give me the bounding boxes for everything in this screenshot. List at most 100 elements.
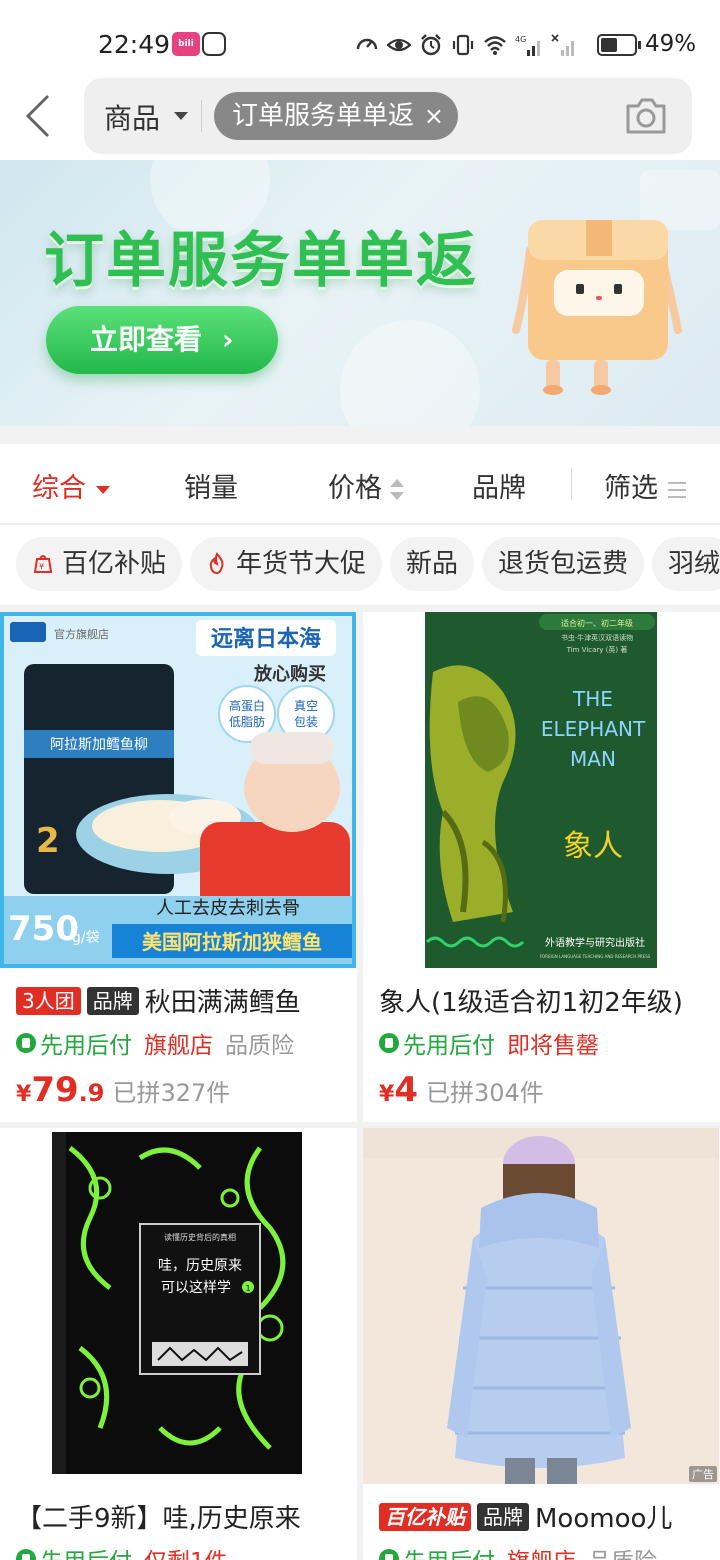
hand-app-icon [202,32,226,56]
clear-query-icon[interactable]: × [424,92,444,140]
product-image-3[interactable]: 读懂历史背后的真相 哇，历史原来 可以这样学 1 [0,1128,356,1484]
sold-count: 已拼327件 [112,1079,231,1107]
sort-filter[interactable]: 筛选 [604,466,686,505]
sort-bar: 综合 销量 价格 品牌 筛选 [0,444,720,524]
pay-later-label: 先用后付 [403,1033,495,1059]
title-en-line-1: THE [572,687,613,711]
price-integer: 79 [31,1070,79,1110]
price-line-2: ¥ 4 已拼304件 [379,1070,544,1110]
sort-price[interactable]: 价格 [328,466,404,505]
search-query-text: 订单服务单单返 [232,101,415,131]
filter-icon [668,481,686,498]
price-decimal: .9 [78,1079,105,1107]
product-title-line-3: 【二手9新】哇,历史原来 [16,1498,301,1535]
image-headline: 远离日本海 [211,626,321,652]
chevron-right-icon: › [222,323,234,356]
cover-volume: 1 [245,1284,250,1293]
vibrate-icon [452,34,474,56]
history-book-cover: 读懂历史背后的真相 哇，历史原来 可以这样学 1 [0,1128,356,1484]
search-scope-selector[interactable]: 商品 [104,97,160,137]
product-title: 象人(1级适合初1初2年级) [379,988,683,1018]
sort-brand[interactable]: 品牌 [472,466,526,505]
elephant-man-book-cover: 适合初一、初二年级 书虫·牛津英汉双语读物 Tim Vicary (英) 著 T… [363,612,719,968]
tag-new[interactable]: 新品 [390,537,475,591]
sort-sales[interactable]: 销量 [184,466,238,505]
app-screen: 22:49 bili 4G 49% 商品 订单服务单单返 × 订单服务单单返 立… [0,0,720,1560]
sort-comprehensive[interactable]: 综合 [32,466,110,505]
status-bar: 22:49 bili 4G 49% [0,0,720,82]
subsidy-bag-icon: ¥ [33,555,53,573]
product-image-4[interactable]: 广告 [363,1128,719,1484]
tag-free-return[interactable]: 退货包运费 [482,537,645,591]
bilibili-app-icon: bili [172,32,200,56]
wifi-icon [484,36,506,55]
flagship-tag: 旗舰店 [507,1542,576,1560]
product-title: 【二手9新】哇,历史原来 [16,1504,301,1534]
product-title-line-4: 百亿补贴 品牌 Moomoo儿 [379,1498,672,1535]
banner-view-button[interactable]: 立即查看 › [46,306,278,374]
service-tags-3: 先用后付 仅剩1件 [16,1542,228,1560]
product-card-3[interactable]: 读懂历史背后的真相 哇，历史原来 可以这样学 1 【二手9新】哇,历史原来 先用… [0,1128,357,1560]
pay-later-tag: 先用后付 [379,1542,495,1560]
alarm-icon [421,34,441,56]
signal-4g-icon: 4G [515,35,540,56]
author-label: Tim Vicary (英) 著 [566,645,628,654]
decor-bubble [340,320,480,426]
almost-sold-out-tag: 即将售罄 [507,1033,599,1059]
speed-meter-icon [356,38,378,50]
search-box[interactable]: 商品 订单服务单单返 × [84,78,692,154]
service-tags-1: 先用后付 旗舰店 品质险 [16,1026,294,1060]
quality-insurance-tag: 品质险 [225,1033,294,1059]
product-image-2[interactable]: 适合初一、初二年级 书虫·牛津英汉双语读物 Tim Vicary (英) 著 T… [363,612,719,968]
promo-banner[interactable]: 订单服务单单返 立即查看 › [0,160,720,426]
cover-tagline: 读懂历史背后的真相 [164,1232,236,1242]
sort-comprehensive-label: 综合 [32,473,86,504]
leaf-icon [379,1549,399,1560]
flagship-tag: 旗舰店 [144,1033,213,1059]
product-title-line-1: 3人团 品牌 秋田满满鳕鱼 [16,982,301,1019]
banner-view-label: 立即查看 [90,323,203,356]
ad-label: 广告 [692,1468,714,1481]
bubble-1-text: 高蛋白 [229,698,265,713]
status-icons: 4G [355,32,579,58]
tag-subsidy[interactable]: ¥ 百亿补贴 [16,537,183,591]
brand-badge: 品牌 [477,1502,529,1531]
store-label: 官方旗舰店 [54,627,109,641]
pay-later-tag: 先用后付 [16,1026,132,1060]
status-time: 22:49 [98,30,171,59]
battery-percent: 49% [645,31,697,57]
caret-down-icon[interactable] [174,112,188,120]
leaf-icon [16,1549,36,1560]
tag-newyear[interactable]: 年货节大促 [190,537,383,591]
bubble-1-text-2: 低脂肪 [229,714,265,729]
product-card-2[interactable]: 适合初一、初二年级 书虫·牛津英汉双语读物 Tim Vicary (英) 著 T… [363,612,720,1122]
bubble-2-text: 真空 [294,699,318,713]
battery-icon [597,34,637,56]
camera-icon[interactable] [624,96,668,136]
pay-later-label: 先用后付 [403,1542,495,1560]
ribbon-1: 人工去皮去刺去骨 [156,898,300,919]
sold-count: 已拼304件 [425,1079,544,1107]
back-arrow-icon[interactable] [20,92,60,140]
product-title: 秋田满满鳕鱼 [144,988,301,1018]
cod-product-image: 官方旗舰店 远离日本海 放心购买 高蛋白 低脂肪 真空 包装 阿拉斯加鳕鱼柳 2 [0,612,356,968]
product-card-4[interactable]: 广告 百亿补贴 品牌 Moomoo儿 先用后付 旗舰店 品质险 [363,1128,720,1560]
group-badge: 3人团 [16,986,81,1015]
pay-later-tag: 先用后付 [16,1542,132,1560]
svg-text:¥: ¥ [39,562,44,571]
leaf-icon [379,1033,399,1053]
product-card-1[interactable]: 官方旗舰店 远离日本海 放心购买 高蛋白 低脂肪 真空 包装 阿拉斯加鳕鱼柳 2 [0,612,357,1122]
weight-number: 750 [8,909,79,949]
product-image-1[interactable]: 官方旗舰店 远离日本海 放心购买 高蛋白 低脂肪 真空 包装 阿拉斯加鳕鱼柳 2 [0,612,356,968]
publisher: 外语教学与研究出版社 [545,936,645,949]
image-subline: 放心购买 [253,663,326,685]
title-cn: 象人 [563,829,623,864]
subsidy-badge: 百亿补贴 [379,1502,471,1531]
pay-later-tag: 先用后付 [379,1026,495,1060]
tag-down[interactable]: 羽绒 [652,537,720,591]
banner-title: 订单服务单单返 [44,226,478,296]
battery-cap [638,41,641,49]
package-name: 阿拉斯加鳕鱼柳 [50,736,148,753]
title-en-line-3: MAN [570,747,616,771]
search-query-chip[interactable]: 订单服务单单返 × [214,92,459,140]
